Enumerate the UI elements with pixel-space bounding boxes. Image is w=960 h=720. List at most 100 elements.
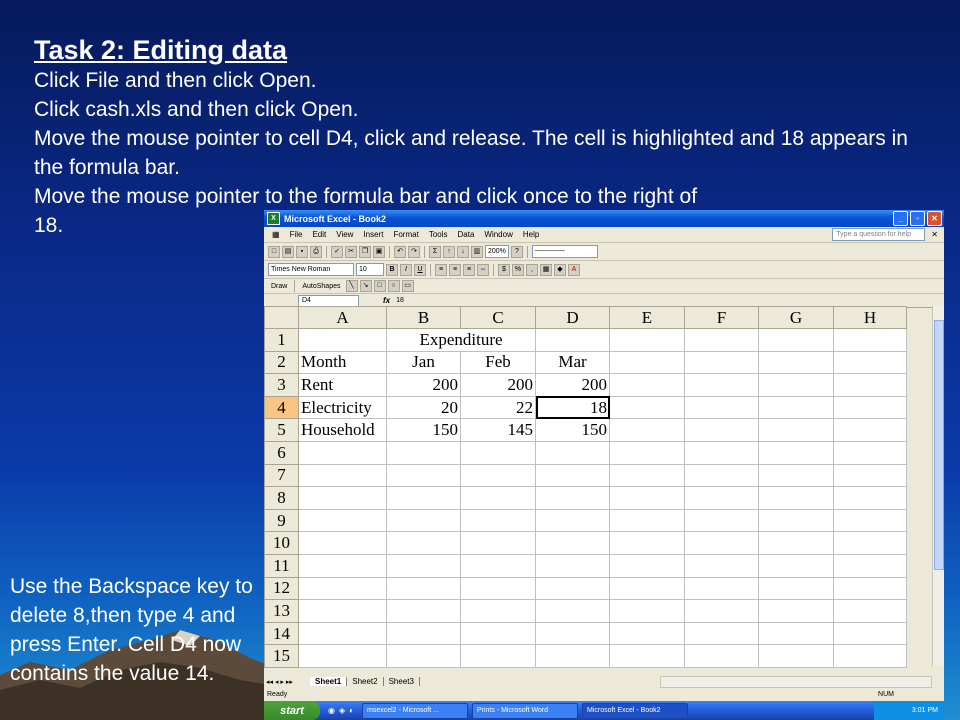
- tab-sheet1[interactable]: Sheet1: [310, 677, 348, 686]
- row-header-5[interactable]: 5: [264, 418, 299, 442]
- cell-b2[interactable]: Jan: [386, 350, 461, 375]
- help-search-input[interactable]: Type a question for help: [832, 228, 926, 241]
- cell-h15[interactable]: [833, 644, 907, 668]
- cell-g3[interactable]: [758, 373, 834, 397]
- fx-icon[interactable]: fx: [383, 296, 390, 305]
- cell-f14[interactable]: [684, 621, 759, 646]
- cell-e8[interactable]: [609, 486, 685, 510]
- arrow-icon[interactable]: ↘: [359, 280, 372, 292]
- cell-e4[interactable]: [609, 395, 685, 420]
- borders-icon[interactable]: ▦: [540, 263, 552, 276]
- cell-f7[interactable]: [684, 463, 759, 488]
- cell-h7[interactable]: [833, 463, 907, 488]
- restore-button[interactable]: ▫: [910, 211, 925, 226]
- cell-g6[interactable]: [758, 440, 834, 465]
- media-icon[interactable]: ◐: [349, 706, 354, 715]
- row-header-2[interactable]: 2: [264, 350, 299, 375]
- comma-icon[interactable]: ,: [526, 263, 538, 276]
- cell-f4[interactable]: [684, 395, 759, 420]
- cell-f2[interactable]: [684, 350, 759, 375]
- cell-c14[interactable]: [460, 621, 536, 646]
- column-header-h[interactable]: H: [833, 306, 907, 329]
- cell-h10[interactable]: [833, 531, 907, 555]
- formula-input[interactable]: 18: [396, 297, 404, 304]
- italic-icon[interactable]: I: [400, 263, 412, 276]
- cell-c10[interactable]: [460, 531, 536, 555]
- minimize-button[interactable]: _: [893, 211, 908, 226]
- bold-icon[interactable]: B: [386, 263, 398, 276]
- open-icon[interactable]: ▤: [282, 245, 294, 258]
- cell-d11[interactable]: [535, 553, 610, 578]
- cell-g9[interactable]: [758, 508, 834, 533]
- cell-b1[interactable]: Expenditure: [386, 328, 536, 352]
- cell-g15[interactable]: [758, 644, 834, 668]
- cell-g14[interactable]: [758, 621, 834, 646]
- undo-icon[interactable]: ↶: [394, 245, 406, 258]
- cell-d5[interactable]: 150: [535, 418, 610, 442]
- window-titlebar[interactable]: X Microsoft Excel - Book2 _ ▫ ✕: [264, 210, 944, 227]
- cell-f13[interactable]: [684, 599, 759, 623]
- cell-c8[interactable]: [460, 486, 536, 510]
- cell-h6[interactable]: [833, 440, 907, 465]
- column-header-e[interactable]: E: [609, 306, 685, 329]
- cell-c13[interactable]: [460, 599, 536, 623]
- cell-f9[interactable]: [684, 508, 759, 533]
- cell-b13[interactable]: [386, 599, 461, 623]
- cell-e13[interactable]: [609, 599, 685, 623]
- cell-b15[interactable]: [386, 644, 461, 668]
- cell-c15[interactable]: [460, 644, 536, 668]
- textbox-icon[interactable]: ▭: [401, 280, 414, 292]
- column-header-d[interactable]: D: [535, 306, 610, 329]
- tab-nav-arrows[interactable]: ◂◂ ◂ ▸ ▸▸: [264, 678, 310, 686]
- cell-a1[interactable]: [298, 328, 387, 352]
- row-header-9[interactable]: 9: [264, 508, 299, 533]
- cell-f3[interactable]: [684, 373, 759, 397]
- cell-g1[interactable]: [758, 328, 834, 352]
- copy-icon[interactable]: ❐: [359, 245, 371, 258]
- row-header-15[interactable]: 15: [264, 644, 299, 668]
- cell-g4[interactable]: [758, 395, 834, 420]
- scroll-thumb[interactable]: [934, 320, 944, 570]
- draw-menu[interactable]: Draw: [268, 283, 290, 290]
- row-header-10[interactable]: 10: [264, 531, 299, 555]
- cell-h13[interactable]: [833, 599, 907, 623]
- cell-d1[interactable]: [535, 328, 610, 352]
- menu-window[interactable]: Window: [479, 230, 517, 239]
- row-header-11[interactable]: 11: [264, 553, 299, 578]
- cell-h12[interactable]: [833, 576, 907, 601]
- cell-a2[interactable]: Month: [298, 350, 387, 375]
- row-header-14[interactable]: 14: [264, 621, 299, 646]
- tab-sheet2[interactable]: Sheet2: [347, 677, 384, 686]
- cell-d15[interactable]: [535, 644, 610, 668]
- sort-desc-icon[interactable]: ↓: [457, 245, 469, 258]
- cell-h2[interactable]: [833, 350, 907, 375]
- menu-format[interactable]: Format: [388, 230, 423, 239]
- close-button[interactable]: ✕: [927, 211, 942, 226]
- cell-d12[interactable]: [535, 576, 610, 601]
- task-prints-word[interactable]: Prints - Microsoft Word: [471, 702, 578, 719]
- font-name-select[interactable]: Times New Roman: [268, 263, 354, 276]
- cell-a4[interactable]: Electricity: [298, 395, 387, 420]
- cell-g7[interactable]: [758, 463, 834, 488]
- autosum-icon[interactable]: Σ: [429, 245, 441, 258]
- menu-tools[interactable]: Tools: [424, 230, 453, 239]
- cell-h4[interactable]: [833, 395, 907, 420]
- cell-e6[interactable]: [609, 440, 685, 465]
- cell-f1[interactable]: [684, 328, 759, 352]
- help-icon[interactable]: ?: [510, 245, 523, 258]
- cell-e2[interactable]: [609, 350, 685, 375]
- cell-b6[interactable]: [386, 440, 461, 465]
- redo-icon[interactable]: ↷: [408, 245, 420, 258]
- cell-a10[interactable]: [298, 531, 387, 555]
- cell-d4[interactable]: 18: [535, 395, 610, 420]
- cell-a12[interactable]: [298, 576, 387, 601]
- cell-a7[interactable]: [298, 463, 387, 488]
- cell-c9[interactable]: [460, 508, 536, 533]
- cell-f15[interactable]: [684, 644, 759, 668]
- cell-c5[interactable]: 145: [460, 418, 536, 442]
- cell-e7[interactable]: [609, 463, 685, 488]
- column-header-g[interactable]: G: [758, 306, 834, 329]
- cell-b5[interactable]: 150: [386, 418, 461, 442]
- cell-d10[interactable]: [535, 531, 610, 555]
- cell-h9[interactable]: [833, 508, 907, 533]
